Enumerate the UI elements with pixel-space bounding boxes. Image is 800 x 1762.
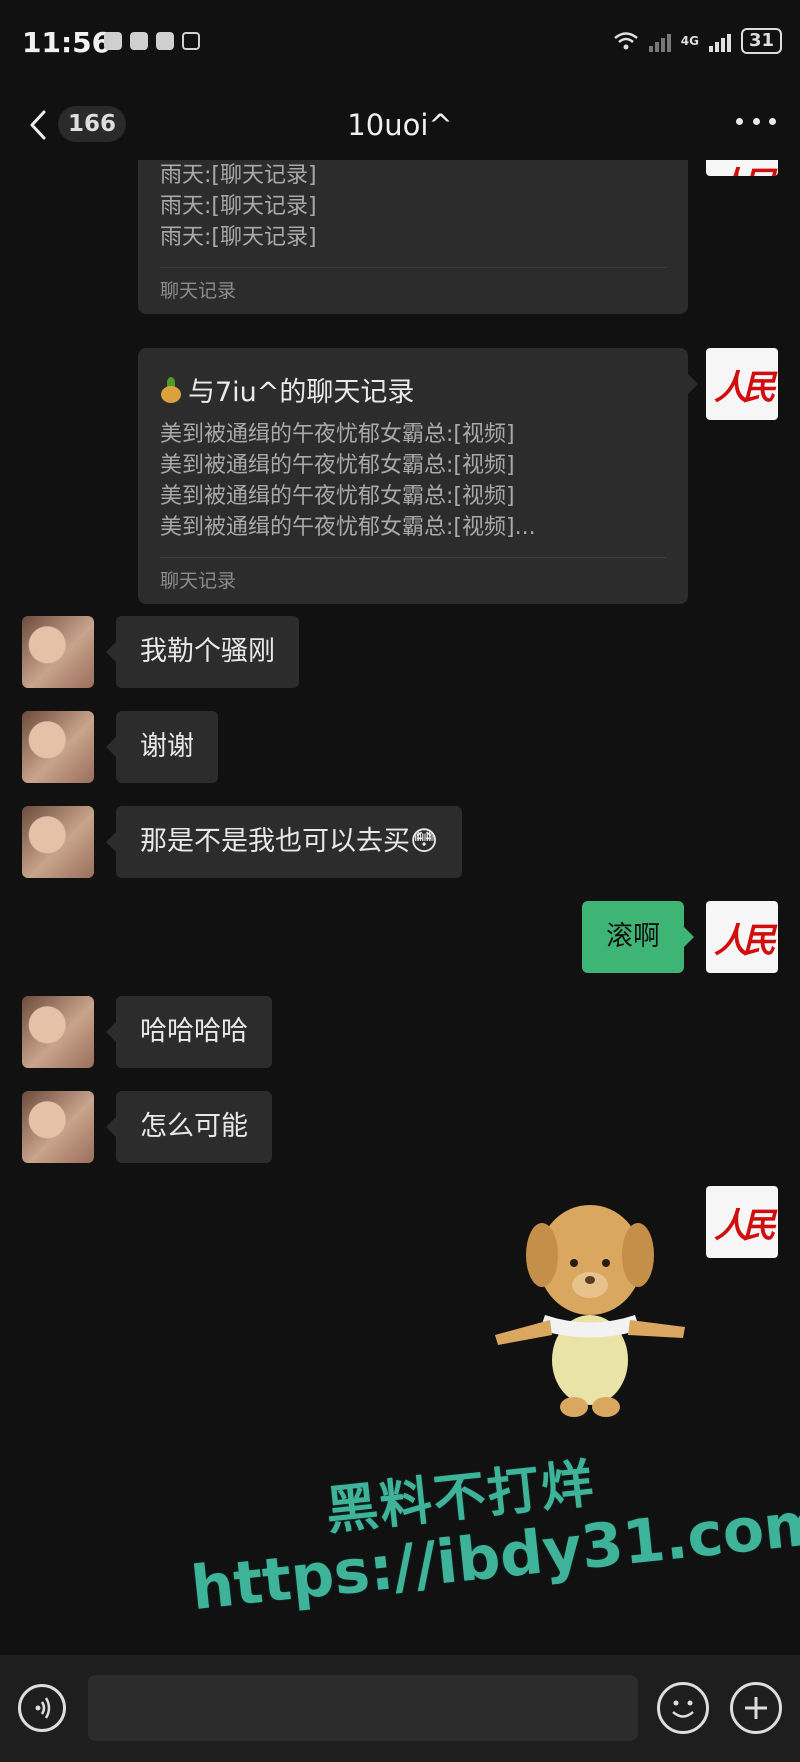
signal-icon <box>708 30 731 52</box>
record-line: 美到被通缉的午夜忧郁女霸总:[视频] <box>160 484 515 509</box>
battery-indicator: 31 <box>740 28 782 54</box>
wifi-icon <box>613 32 638 50</box>
contact-avatar[interactable] <box>22 996 94 1068</box>
network-type: 4G <box>680 34 699 48</box>
chat-title: 10uoi^ <box>347 108 453 142</box>
message-text: 那是不是我也可以去买 <box>140 826 410 857</box>
dog-sticker[interactable] <box>490 1185 690 1420</box>
contact-avatar[interactable] <box>22 1091 94 1163</box>
avatar-logo: 人民 <box>714 160 776 176</box>
status-time: 11:56 <box>22 26 112 59</box>
message-bubble-received[interactable]: 那是不是我也可以去买😳 <box>105 806 463 878</box>
contact-avatar[interactable] <box>22 806 94 878</box>
record-title-text: 与7iu^的聊天记录 <box>188 377 415 408</box>
self-avatar[interactable]: 人民 <box>706 160 778 176</box>
record-footer: 聊天记录 <box>160 557 666 604</box>
emoji-icon[interactable] <box>657 1682 709 1734</box>
voice-icon[interactable] <box>18 1684 66 1732</box>
plus-icon[interactable] <box>730 1682 782 1734</box>
record-footer: 聊天记录 <box>160 267 666 314</box>
chat-header: 166 10uoi^ <box>0 90 800 160</box>
status-right: 4G 31 <box>613 28 782 54</box>
notification-app-icon <box>156 32 174 50</box>
signal-icon <box>648 30 671 52</box>
self-avatar[interactable]: 人民 <box>706 901 778 973</box>
avatar-logo: 人民 <box>714 920 776 961</box>
status-notification-icons <box>104 32 200 50</box>
message-bubble-received[interactable]: 怎么可能 <box>106 1091 272 1163</box>
chat-record-card[interactable]: 与7iu^的聊天记录 美到被通缉的午夜忧郁女霸总:[视频] 美到被通缉的午夜忧郁… <box>138 348 698 604</box>
nfc-icon <box>182 32 200 50</box>
self-avatar[interactable]: 人民 <box>706 348 778 420</box>
message-bubble-received[interactable]: 哈哈哈哈 <box>106 996 272 1068</box>
record-line: 雨天:[聊天记录] <box>160 225 317 250</box>
notification-app-icon <box>104 32 122 50</box>
status-bar: 11:56 4G 31 <box>0 0 800 90</box>
input-bar <box>0 1655 800 1762</box>
message-input[interactable] <box>88 1675 638 1741</box>
notification-app-icon <box>130 32 148 50</box>
more-icon[interactable] <box>736 118 776 128</box>
record-title: 与7iu^的聊天记录 <box>160 370 666 409</box>
message-bubble-received[interactable]: 我勒个骚刚 <box>106 616 299 688</box>
message-bubble-sent[interactable]: 滚啊 <box>582 901 694 973</box>
message-bubble-received[interactable]: 谢谢 <box>106 711 218 783</box>
avatar-logo: 人民 <box>714 367 776 408</box>
record-line: 雨天:[聊天记录] <box>160 163 317 188</box>
record-line: 美到被通缉的午夜忧郁女霸总:[视频]... <box>160 515 536 540</box>
pineapple-icon <box>160 376 182 403</box>
flushed-emoji: 😳 <box>410 826 439 857</box>
record-line: 美到被通缉的午夜忧郁女霸总:[视频] <box>160 453 515 478</box>
message-list[interactable]: 雨天:[聊天记录] 雨天:[聊天记录] 雨天:[聊天记录] 聊天记录 人民 与7… <box>0 160 800 1655</box>
contact-avatar[interactable] <box>22 616 94 688</box>
record-line: 雨天:[聊天记录] <box>160 194 317 219</box>
self-avatar[interactable]: 人民 <box>706 1186 778 1258</box>
avatar-logo: 人民 <box>714 1205 776 1246</box>
record-line: 美到被通缉的午夜忧郁女霸总:[视频] <box>160 422 515 447</box>
chat-record-card[interactable]: 雨天:[聊天记录] 雨天:[聊天记录] 雨天:[聊天记录] 聊天记录 <box>138 160 688 314</box>
contact-avatar[interactable] <box>22 711 94 783</box>
